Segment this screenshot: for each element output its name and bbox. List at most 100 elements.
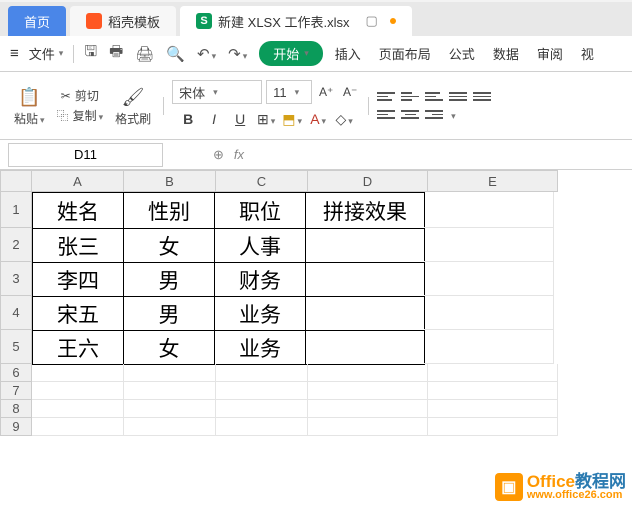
cell-A2[interactable]: 张三 — [32, 228, 124, 263]
window-icon[interactable]: ▢ — [366, 13, 378, 29]
cell-B5[interactable]: 女 — [123, 330, 215, 365]
cell-C3[interactable]: 财务 — [214, 262, 306, 297]
format-painter-button[interactable]: 🖌 格式刷 — [111, 82, 155, 129]
cell-D2[interactable] — [305, 228, 425, 263]
cell-E7[interactable] — [428, 382, 558, 400]
cell-D7[interactable] — [308, 382, 428, 400]
align-bottom-icon[interactable] — [425, 90, 443, 104]
cell-C5[interactable]: 业务 — [214, 330, 306, 365]
cell-D6[interactable] — [308, 364, 428, 382]
cell-E4[interactable] — [424, 296, 554, 330]
tab-data[interactable]: 数据 — [493, 44, 519, 63]
cell-A7[interactable] — [32, 382, 124, 400]
spreadsheet-grid[interactable]: ABCDE 1姓名性别职位拼接效果2张三女人事3李四男财务4宋五男业务5王六女业… — [0, 170, 632, 436]
align-center-icon[interactable] — [401, 108, 419, 122]
cell-D8[interactable] — [308, 400, 428, 418]
col-header-A[interactable]: A — [32, 170, 124, 192]
font-size-select[interactable]: 11 — [266, 80, 312, 104]
italic-button[interactable]: I — [204, 111, 224, 127]
paste-button[interactable]: 📋 粘贴 — [10, 82, 49, 129]
cell-D5[interactable] — [305, 330, 425, 365]
cell-E9[interactable] — [428, 418, 558, 436]
cell-C2[interactable]: 人事 — [214, 228, 306, 263]
fill-color-button[interactable]: ⬒ — [282, 111, 302, 128]
col-header-E[interactable]: E — [428, 170, 558, 192]
row-header-2[interactable]: 2 — [0, 228, 32, 262]
cell-A4[interactable]: 宋五 — [32, 296, 124, 331]
cell-C9[interactable] — [216, 418, 308, 436]
print-icon[interactable]: 🖨 — [135, 45, 154, 63]
align-top-icon[interactable] — [377, 90, 395, 104]
underline-button[interactable]: U — [230, 111, 250, 127]
cell-C4[interactable]: 业务 — [214, 296, 306, 331]
row-header-7[interactable]: 7 — [0, 382, 32, 400]
row-header-6[interactable]: 6 — [0, 364, 32, 382]
clear-format-button[interactable]: ◇ — [334, 111, 354, 128]
tab-review[interactable]: 审阅 — [537, 44, 563, 63]
tab-start[interactable]: 开始 — [259, 41, 323, 66]
cell-B3[interactable]: 男 — [123, 262, 215, 297]
cut-button[interactable]: ✂剪切 — [61, 87, 99, 104]
redo-icon[interactable]: ↷ — [228, 45, 247, 63]
cell-A1[interactable]: 姓名 — [32, 192, 124, 229]
cell-D1[interactable]: 拼接效果 — [305, 192, 425, 229]
tab-template[interactable]: 稻壳模板 — [70, 6, 176, 36]
cell-D3[interactable] — [305, 262, 425, 297]
select-all-corner[interactable] — [0, 170, 32, 192]
indent-left-icon[interactable] — [449, 90, 467, 104]
align-left-icon[interactable] — [377, 108, 395, 122]
border-button[interactable]: ⊞ — [256, 111, 276, 128]
cell-E3[interactable] — [424, 262, 554, 296]
row-header-4[interactable]: 4 — [0, 296, 32, 330]
merge-icon[interactable] — [449, 108, 467, 122]
cell-D4[interactable] — [305, 296, 425, 331]
save-icon[interactable]: 🖫 — [84, 41, 97, 66]
font-name-select[interactable]: 宋体 — [172, 80, 262, 104]
cell-B9[interactable] — [124, 418, 216, 436]
preview-icon[interactable]: 🔍 — [166, 45, 185, 63]
cell-E1[interactable] — [424, 192, 554, 228]
align-right-icon[interactable] — [425, 108, 443, 122]
row-header-8[interactable]: 8 — [0, 400, 32, 418]
col-header-D[interactable]: D — [308, 170, 428, 192]
cell-E2[interactable] — [424, 228, 554, 262]
tab-view[interactable]: 视 — [581, 44, 594, 63]
row-header-5[interactable]: 5 — [0, 330, 32, 364]
cell-A6[interactable] — [32, 364, 124, 382]
cell-D9[interactable] — [308, 418, 428, 436]
increase-font-icon[interactable]: A⁺ — [316, 85, 336, 99]
decrease-font-icon[interactable]: A⁻ — [340, 85, 360, 99]
cell-A5[interactable]: 王六 — [32, 330, 124, 365]
name-box[interactable]: D11 — [8, 143, 163, 167]
cell-E8[interactable] — [428, 400, 558, 418]
undo-icon[interactable]: ↶ — [197, 45, 216, 63]
col-header-B[interactable]: B — [124, 170, 216, 192]
cell-C1[interactable]: 职位 — [214, 192, 306, 229]
align-middle-icon[interactable] — [401, 90, 419, 104]
cell-B1[interactable]: 性别 — [123, 192, 215, 229]
hamburger-icon[interactable]: ≡ — [10, 45, 19, 62]
tab-formula[interactable]: 公式 — [449, 44, 475, 63]
font-color-button[interactable]: A — [308, 111, 328, 127]
cell-A8[interactable] — [32, 400, 124, 418]
cell-A9[interactable] — [32, 418, 124, 436]
cell-C7[interactable] — [216, 382, 308, 400]
indent-right-icon[interactable] — [473, 90, 491, 104]
tab-layout[interactable]: 页面布局 — [379, 44, 431, 63]
copy-button[interactable]: ⿻复制 — [57, 107, 104, 124]
cell-E5[interactable] — [424, 330, 554, 364]
row-header-9[interactable]: 9 — [0, 418, 32, 436]
row-header-3[interactable]: 3 — [0, 262, 32, 296]
cancel-icon[interactable]: ⊕ — [213, 147, 224, 163]
tab-insert[interactable]: 插入 — [335, 44, 361, 63]
tab-home[interactable]: 首页 — [8, 6, 66, 36]
tab-document[interactable]: S 新建 XLSX 工作表.xlsx ▢ — [180, 6, 412, 36]
save-as-icon[interactable]: 🖶 — [109, 41, 123, 66]
cell-B8[interactable] — [124, 400, 216, 418]
cell-B2[interactable]: 女 — [123, 228, 215, 263]
cell-B6[interactable] — [124, 364, 216, 382]
cell-E6[interactable] — [428, 364, 558, 382]
cell-A3[interactable]: 李四 — [32, 262, 124, 297]
cell-B4[interactable]: 男 — [123, 296, 215, 331]
cell-B7[interactable] — [124, 382, 216, 400]
